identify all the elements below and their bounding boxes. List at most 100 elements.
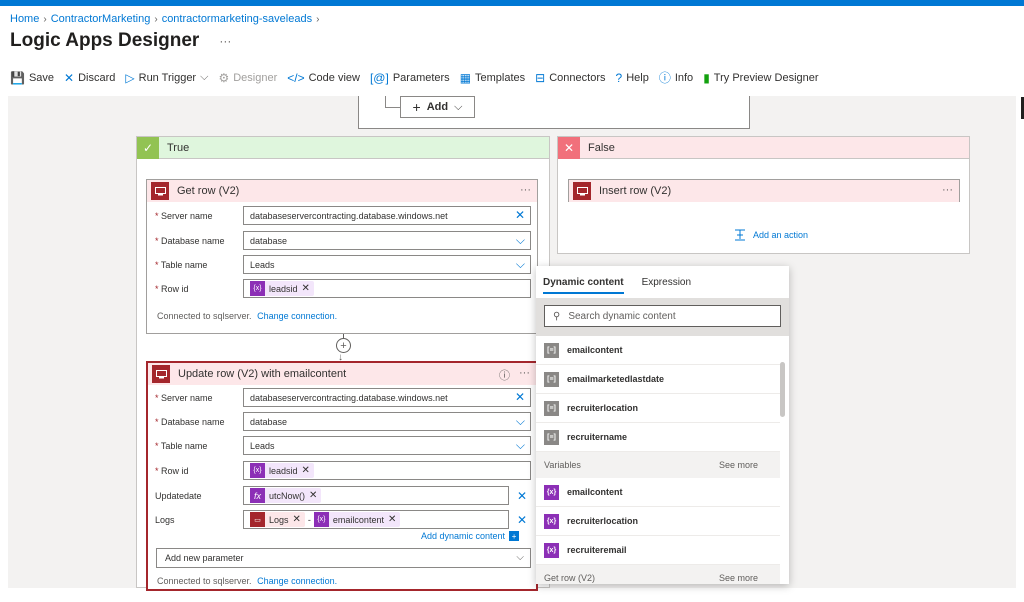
remove-token-icon[interactable]: ✕ <box>302 465 310 476</box>
remove-token-icon[interactable]: ✕ <box>302 283 310 294</box>
variable-icon: {x} <box>250 281 265 296</box>
scope-true-label: True <box>167 141 190 154</box>
sql-server-icon <box>152 365 170 383</box>
leadsid-token[interactable]: {x} leadsid ✕ <box>250 281 314 296</box>
clear-icon[interactable]: ✕ <box>517 513 527 527</box>
row-id-field[interactable]: {x} leadsid ✕ <box>243 279 531 298</box>
add-step-label: Add <box>426 101 449 113</box>
chevron-down-icon: ⌵ <box>515 233 525 247</box>
add-action-button[interactable]: Add an action <box>733 229 808 241</box>
updatedate-field[interactable]: fx utcNow() ✕ <box>243 486 509 505</box>
clear-icon[interactable]: ✕ <box>515 209 525 221</box>
dynamic-panel-scrollbar[interactable] <box>780 362 785 417</box>
dynamic-content-item[interactable]: [≡] recruitername <box>536 423 780 452</box>
dynamic-content-item[interactable]: [≡] recruiterlocation <box>536 394 780 423</box>
bookmark-icon: ▮ <box>703 70 710 85</box>
server-name-field[interactable]: databaseservercontracting.database.windo… <box>243 206 531 225</box>
breadcrumb-logic-app[interactable]: contractormarketing-saveleads <box>162 13 312 25</box>
database-name-value: database <box>250 416 288 427</box>
clear-icon[interactable]: ✕ <box>517 489 527 503</box>
add-dynamic-content-link[interactable]: Add dynamic content + <box>421 531 520 541</box>
row-id-label: * Row id <box>155 283 189 294</box>
breadcrumb-home[interactable]: Home <box>10 13 39 25</box>
insert-step-plus-icon[interactable]: + <box>336 338 351 353</box>
more-options-icon[interactable]: ··· <box>520 184 531 196</box>
toolbar-help-button[interactable]: ? Help <box>616 71 649 85</box>
database-name-value: database <box>250 235 288 246</box>
update-row-header[interactable]: Update row (V2) with emailcontent ⓘ ··· <box>148 363 536 385</box>
dynamic-content-item[interactable]: [≡] emailcontent <box>536 336 780 365</box>
toolbar-templates-button[interactable]: ▦ Templates <box>460 71 525 85</box>
toolbar-label: Discard <box>78 71 116 84</box>
function-icon: fx <box>250 488 265 503</box>
remove-token-icon[interactable]: ✕ <box>309 490 317 501</box>
dynamic-content-item[interactable]: {x} recruiterlocation <box>536 507 780 536</box>
variable-icon: {x} <box>544 513 559 529</box>
dynamic-content-item[interactable]: [≡] emailmarketedlastdate <box>536 365 780 394</box>
get-row-header[interactable]: Get row (V2) ··· <box>147 180 537 202</box>
tab-expression[interactable]: Expression <box>642 269 691 296</box>
insert-row-header[interactable]: Insert row (V2) ··· <box>569 180 959 202</box>
utcnow-token[interactable]: fx utcNow() ✕ <box>250 488 322 503</box>
update-row-id-field[interactable]: {x} leadsid ✕ <box>243 461 531 480</box>
update-database-name-row: * Database name database ⌵ <box>155 412 531 431</box>
scope-true-header[interactable]: ✓ True <box>137 136 549 159</box>
database-name-select[interactable]: database ⌵ <box>243 231 531 250</box>
more-options-icon[interactable]: ··· <box>942 184 953 196</box>
server-name-row: * Server name databaseservercontracting.… <box>155 206 531 225</box>
toolbar-parameters-button[interactable]: [@] Parameters <box>370 71 450 85</box>
leadsid-token[interactable]: {x} leadsid ✕ <box>250 463 314 478</box>
info-icon[interactable]: ⓘ <box>499 367 510 383</box>
dynamic-content-item-label: emailcontent <box>567 487 623 497</box>
update-database-name-select[interactable]: database ⌵ <box>243 412 531 431</box>
tab-dynamic-content[interactable]: Dynamic content <box>543 269 624 296</box>
update-row-connection: Connected to sqlserver. Change connectio… <box>157 576 337 586</box>
breadcrumb-resource-group[interactable]: ContractorMarketing <box>51 13 151 25</box>
dynamic-content-list: [≡] emailcontent [≡] emailmarketedlastdate[… <box>536 336 780 584</box>
database-name-row: * Database name database ⌵ <box>155 231 531 250</box>
top-accent-bar <box>0 0 1024 6</box>
toolbar-run-trigger-button[interactable]: ▷ Run Trigger ⌵ <box>125 71 208 85</box>
field-icon: [≡] <box>544 400 559 416</box>
server-name-value: databaseservercontracting.database.windo… <box>250 392 448 403</box>
toolbar-try-preview-designer-button[interactable]: ▮ Try Preview Designer <box>703 71 818 85</box>
toolbar-label: Try Preview Designer <box>713 71 819 84</box>
toolbar-connectors-button[interactable]: ⊟ Connectors <box>535 71 605 85</box>
toolbar-code-view-button[interactable]: </> Code view <box>287 71 360 85</box>
emailcontent-token[interactable]: {x} emailcontent ✕ <box>313 512 401 527</box>
chevron-down-icon: ⌵ <box>515 414 525 428</box>
remove-token-icon[interactable]: ✕ <box>388 514 396 525</box>
table-name-value: Leads <box>250 259 275 270</box>
more-options-icon[interactable]: ··· <box>219 34 231 48</box>
dynamic-content-item[interactable]: {x} emailcontent <box>536 478 780 507</box>
logs-field[interactable]: ▭ Logs ✕ - {x} emailcontent ✕ <box>243 510 509 529</box>
toolbar-discard-button[interactable]: ✕ Discard <box>64 71 115 85</box>
toolbar-info-button[interactable]: ⓘ Info <box>659 69 693 86</box>
change-connection-link[interactable]: Change connection. <box>257 576 337 586</box>
see-more-link[interactable]: See more <box>719 460 758 470</box>
scope-false-header[interactable]: ✕ False <box>558 136 969 159</box>
section-title: Variables <box>544 460 581 470</box>
change-connection-link[interactable]: Change connection. <box>257 311 337 321</box>
dynamic-content-item[interactable]: {x} recruiteremail <box>536 536 780 565</box>
clear-icon[interactable]: ✕ <box>515 391 525 403</box>
add-step-button[interactable]: + Add ⌵ <box>400 96 475 118</box>
close-icon: ✕ <box>64 70 75 85</box>
remove-token-icon[interactable]: ✕ <box>293 514 301 525</box>
update-table-name-select[interactable]: Leads ⌵ <box>243 436 531 455</box>
add-new-parameter-select[interactable]: Add new parameter ⌵ <box>156 548 531 568</box>
update-server-name-field[interactable]: databaseservercontracting.database.windo… <box>243 388 531 407</box>
more-options-icon[interactable]: ··· <box>519 367 530 379</box>
get-row-connection: Connected to sqlserver. Change connectio… <box>157 311 337 321</box>
toolbar-save-button[interactable]: 💾 Save <box>10 71 54 85</box>
table-name-value: Leads <box>250 440 275 451</box>
logs-token[interactable]: ▭ Logs ✕ <box>250 512 305 527</box>
dynamic-search-input[interactable]: ⚲ Search dynamic content <box>544 305 781 327</box>
plus-icon: + <box>509 531 520 541</box>
checkmark-icon: ✓ <box>137 136 159 159</box>
dynamic-content-item-label: recruiteremail <box>567 545 627 555</box>
see-more-link[interactable]: See more <box>719 573 758 583</box>
toolbar-designer-button[interactable]: ⚙ Designer <box>218 71 277 85</box>
table-name-select[interactable]: Leads ⌵ <box>243 255 531 274</box>
search-icon: ⚲ <box>553 310 561 322</box>
